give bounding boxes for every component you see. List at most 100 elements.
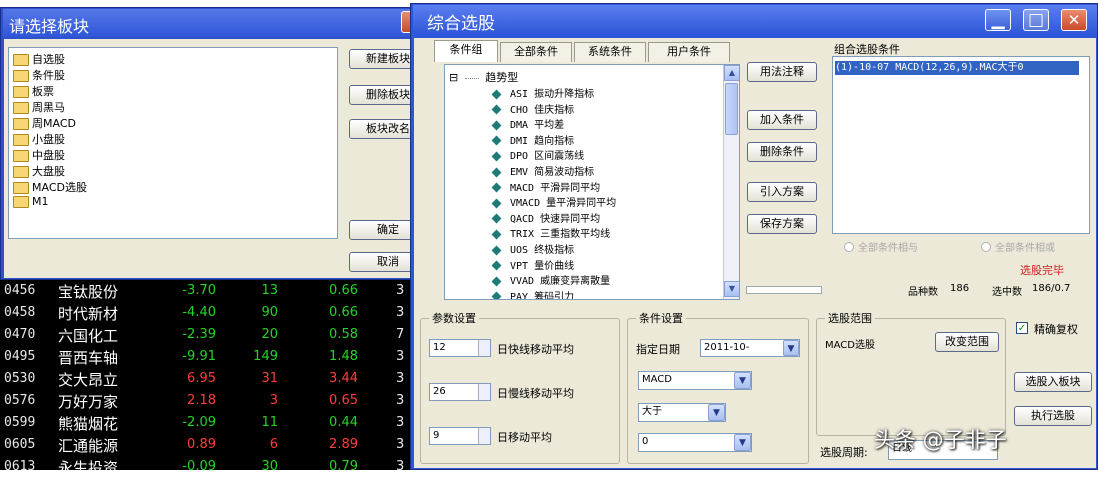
stock-row[interactable]: 0605 汇通能源 0.89 6 2.89 3 [0,435,410,457]
indicator-select[interactable]: MACD ▼ [638,371,752,390]
select-block-titlebar[interactable]: 请选择板块 ✕ [3,9,435,37]
delete-condition-button[interactable]: 删除条件 [747,142,817,162]
execute-button[interactable]: 执行选股 [1014,406,1092,426]
stock-picker-titlebar[interactable]: 综合选股 ▁ □ ✕ [413,5,1097,35]
indicator-item[interactable]: UOS 终极指标 [491,241,574,257]
block-item[interactable]: 小盘股 [13,131,65,147]
param-label: 日快线移动平均 [497,343,574,356]
scroll-up-icon[interactable]: ▲ [724,65,739,81]
stock-row[interactable]: 0458 时代新材 -4.40 90 0.66 3 [0,303,410,325]
stock-row[interactable]: 0613 永生投资 -0.09 30 0.79 3 [0,457,410,479]
block-item[interactable]: 自选股 [13,51,65,67]
param-spinner[interactable] [478,428,490,444]
threshold-dropdown-icon[interactable]: ▼ [734,434,751,451]
indicator-item[interactable]: ASI 振动升降指标 [491,85,595,101]
stock-volume: 149 [253,349,278,364]
indicator-item[interactable]: MACD 平滑异同平均 [491,179,600,195]
date-dropdown-icon[interactable]: ▼ [783,340,799,356]
tab-all-conditions[interactable]: 全部条件 [500,42,572,62]
indicator-icon [491,291,502,299]
stock-row[interactable]: 0599 熊猫烟花 -2.09 11 0.44 3 [0,413,410,435]
combo-condition-item[interactable]: (1)-10-07 MACD(12,26,9).MAC大于0 [835,61,1079,75]
or-radio[interactable] [981,242,991,252]
block-list[interactable]: 自选股 条件股 板票 周黑马 周MACD 小盘股 中盘股大盘股 MACD选股 M1 [8,47,338,239]
add-condition-button[interactable]: 加入条件 [747,110,817,130]
block-item-label: M1 [32,195,49,208]
threshold-select[interactable]: 0 ▼ [638,433,752,452]
indicator-list: ASI 振动升降指标 CHO 佳庆指标 DMA 平均差 DMI 趋向指标 DPO 区间震… [445,65,721,299]
indicator-item[interactable]: QACD 快速异同平均 [491,210,600,226]
indicator-item[interactable]: DMA 平均差 [491,116,564,132]
block-item-label: 自选股 [32,53,65,66]
stock-change: 0.89 [187,437,216,452]
minimize-icon[interactable]: ▁ [985,9,1011,31]
stock-name: 晋西车轴 [58,349,119,367]
block-item[interactable]: 大盘股 [13,163,65,179]
block-item[interactable]: 板票 [13,83,54,99]
indicator-label: ASI 振动升降指标 [510,89,595,100]
indicator-dropdown-icon[interactable]: ▼ [734,372,751,389]
operator-select[interactable]: 大于 ▼ [638,403,726,422]
watermark: 头条 @子非子 [874,428,1007,452]
precise-restore-label: 精确复权 [1034,323,1078,336]
folder-icon [13,102,29,114]
block-item[interactable]: 周MACD [13,115,76,131]
scope-value: MACD选股 [825,340,875,351]
stock-change: -4.40 [182,305,216,320]
indicator-item[interactable]: EMV 简易波动指标 [491,163,594,179]
indicator-tree[interactable]: ⊟ 趋势型 ASI 振动升降指标 CHO 佳庆指标 DMA 平均差 DMI 趋向指标 D… [444,64,740,300]
indicator-item[interactable]: DMI 趋向指标 [491,132,574,148]
formula-help-button[interactable]: 用法注释 [747,62,817,82]
combo-conditions-list[interactable]: (1)-10-07 MACD(12,26,9).MAC大于0 [832,56,1090,234]
tab-user-conditions[interactable]: 用户条件 [648,42,730,62]
indicator-item[interactable]: VVAD 威廉变异离散量 [491,272,610,288]
tree-scrollbar[interactable]: ▲ ▼ [723,65,739,299]
block-item[interactable]: MACD选股 [13,179,87,195]
indicator-item[interactable]: VPT 量价曲线 [491,257,574,273]
folder-icon [13,166,29,178]
stock-row[interactable]: 0576 万好万家 2.18 3 0.65 3 [0,391,410,413]
param-field[interactable]: 12 [429,339,491,357]
save-plan-button[interactable]: 保存方案 [747,214,817,234]
indicator-item[interactable]: VMACD 量平滑异同平均 [491,194,616,210]
maximize-icon[interactable]: □ [1023,9,1049,31]
indicator-item[interactable]: PAY 筹码引力 [491,288,575,300]
indicator-item[interactable]: DPO 区间震荡线 [491,147,584,163]
change-scope-button[interactable]: 改变范围 [935,332,999,352]
stock-name: 汇通能源 [58,437,119,455]
indicator-item[interactable]: CHO 佳庆指标 [491,101,574,117]
folder-icon [13,70,29,82]
tab-system-conditions[interactable]: 系统条件 [574,42,646,62]
stock-row[interactable]: 0470 六国化工 -2.39 20 0.58 7 [0,325,410,347]
add-to-block-button[interactable]: 选股入板块 [1014,372,1092,392]
indicator-icon [491,276,502,287]
stock-row[interactable]: 0456 宝钛股份 -3.70 13 0.66 3 [0,281,410,303]
operator-dropdown-icon[interactable]: ▼ [708,404,725,421]
indicator-icon [491,120,502,131]
param-field[interactable]: 9 [429,427,491,445]
precise-restore-checkbox[interactable]: ✓ [1016,322,1028,334]
tab-condition-group[interactable]: 条件组 [434,40,498,62]
count-value: 186 [950,283,970,294]
import-plan-button[interactable]: 引入方案 [747,182,817,202]
param-spinner[interactable] [478,384,490,400]
indicator-item[interactable]: TRIX 三重指数平均线 [491,225,610,241]
block-item[interactable]: 中盘股 [13,147,65,163]
and-radio[interactable] [844,242,854,252]
param-spinner[interactable] [478,340,490,356]
scroll-thumb[interactable] [725,83,738,135]
block-item[interactable]: 条件股 [13,67,65,83]
close-icon[interactable]: ✕ [1061,9,1087,31]
param-field[interactable]: 26 [429,383,491,401]
indicator-label: PAY 筹码引力 [510,291,575,300]
block-item[interactable]: M1 [13,195,49,211]
stock-code: 0456 [4,283,36,298]
block-item[interactable]: 周黑马 [13,99,65,115]
stock-row[interactable]: 0495 晋西车轴 -9.91 149 1.48 3 [0,347,410,369]
stock-quote-table: 0456 宝钛股份 -3.70 13 0.66 3 0458 时代新材 -4.40 90 0.66 3… [0,278,410,477]
stock-row[interactable]: 0530 交大昂立 6.95 31 3.44 3 [0,369,410,391]
stock-volume: 11 [261,415,278,430]
date-field[interactable]: 2011-10- ▼ [700,339,800,357]
scroll-down-icon[interactable]: ▼ [724,281,739,297]
block-item-label: 大盘股 [32,165,65,178]
